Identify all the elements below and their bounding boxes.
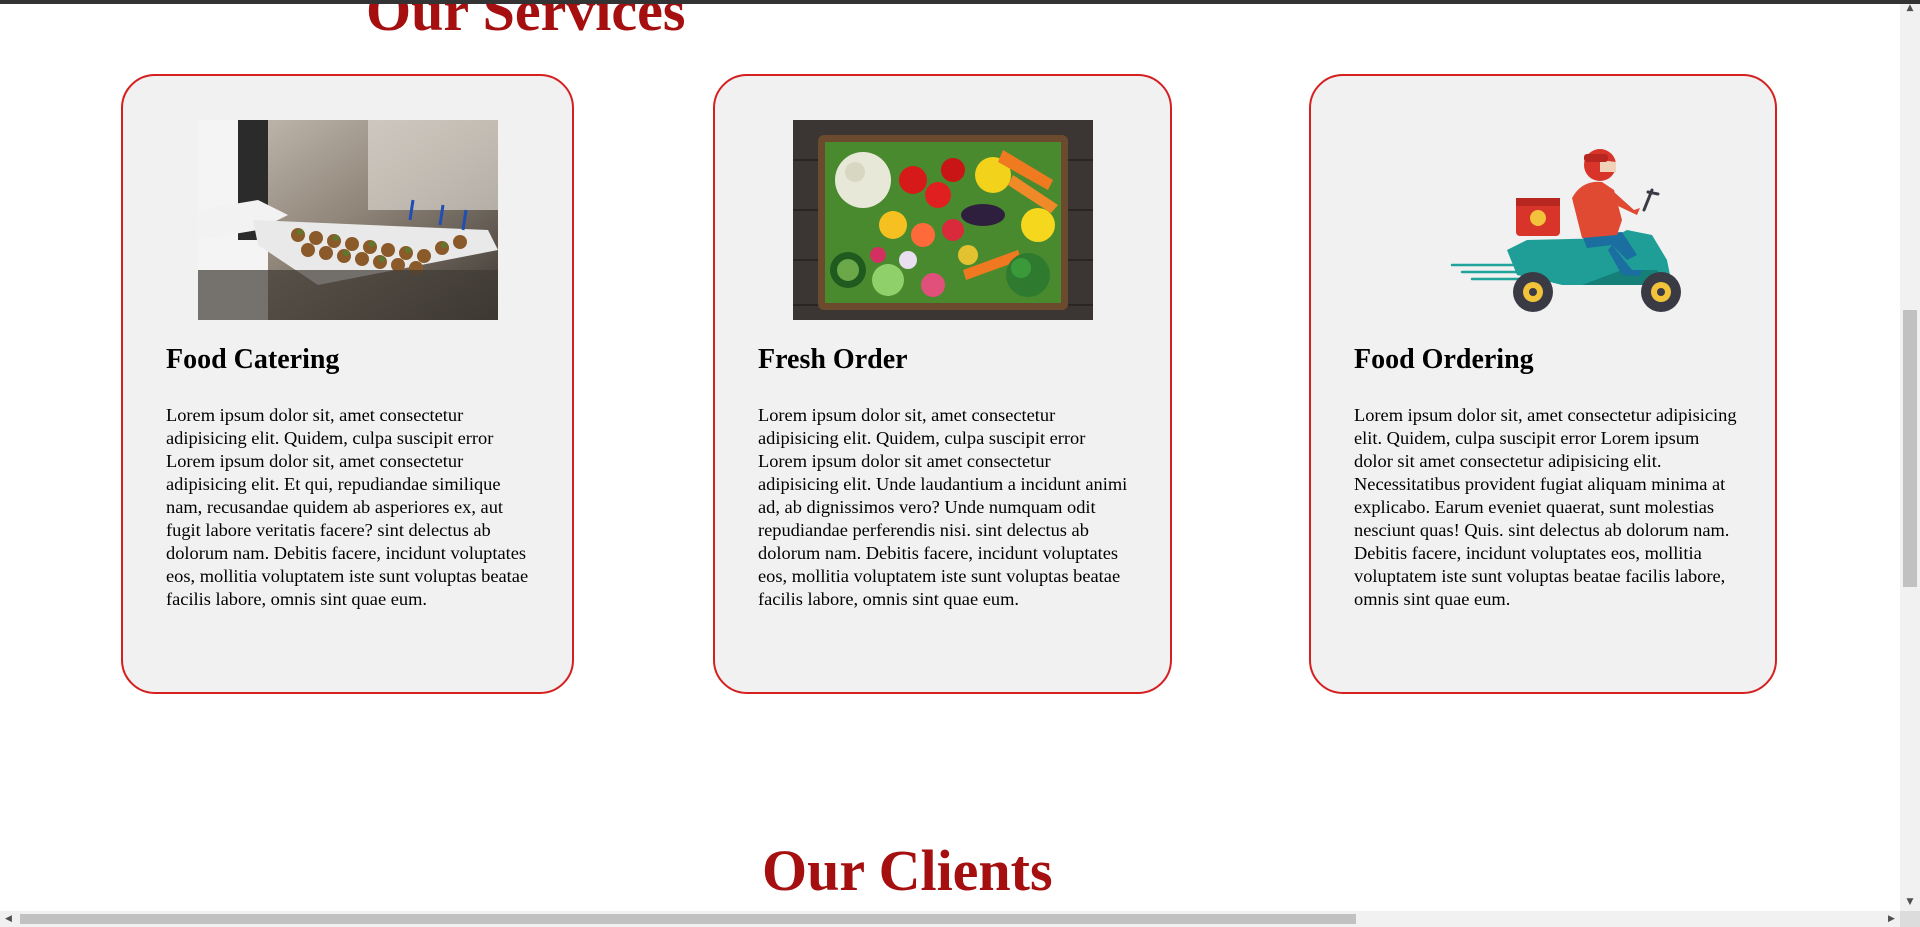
scroll-down-arrow-icon[interactable]: ▼ [1900, 894, 1920, 911]
horizontal-scrollbar[interactable]: ◀ ▶ [0, 911, 1900, 927]
vertical-scrollbar[interactable]: ▲ ▼ [1900, 0, 1920, 911]
scroll-right-arrow-icon[interactable]: ▶ [1883, 911, 1900, 927]
service-card-food-catering: Food Catering Lorem ipsum dolor sit, ame… [121, 74, 574, 694]
food-ordering-heading: Food Ordering [1354, 344, 1534, 375]
fresh-order-image [793, 120, 1093, 320]
window-top-border [0, 0, 1920, 4]
service-card-food-ordering: Food Ordering Lorem ipsum dolor sit, ame… [1309, 74, 1777, 694]
food-ordering-description: Lorem ipsum dolor sit, amet consectetur … [1354, 405, 1737, 609]
horizontal-scrollbar-thumb[interactable] [20, 914, 1356, 924]
vertical-scrollbar-thumb[interactable] [1903, 310, 1917, 587]
food-catering-heading: Food Catering [166, 344, 340, 375]
food-ordering-image [1422, 120, 1722, 320]
scrollbar-corner [1900, 911, 1920, 927]
food-catering-image [198, 120, 498, 320]
page-viewport: Our Services Food Catering Lorem ipsum d… [0, 0, 1900, 911]
food-catering-description: Lorem ipsum dolor sit, amet consectetur … [166, 405, 529, 609]
services-section-title: Our Services [366, 0, 686, 43]
fresh-order-heading: Fresh Order [758, 344, 908, 375]
fresh-order-description: Lorem ipsum dolor sit, amet consectetur … [758, 405, 1128, 609]
clients-section-title: Our Clients [762, 838, 1053, 903]
scroll-left-arrow-icon[interactable]: ◀ [0, 911, 17, 927]
service-card-fresh-order: Fresh Order Lorem ipsum dolor sit, amet … [713, 74, 1172, 694]
